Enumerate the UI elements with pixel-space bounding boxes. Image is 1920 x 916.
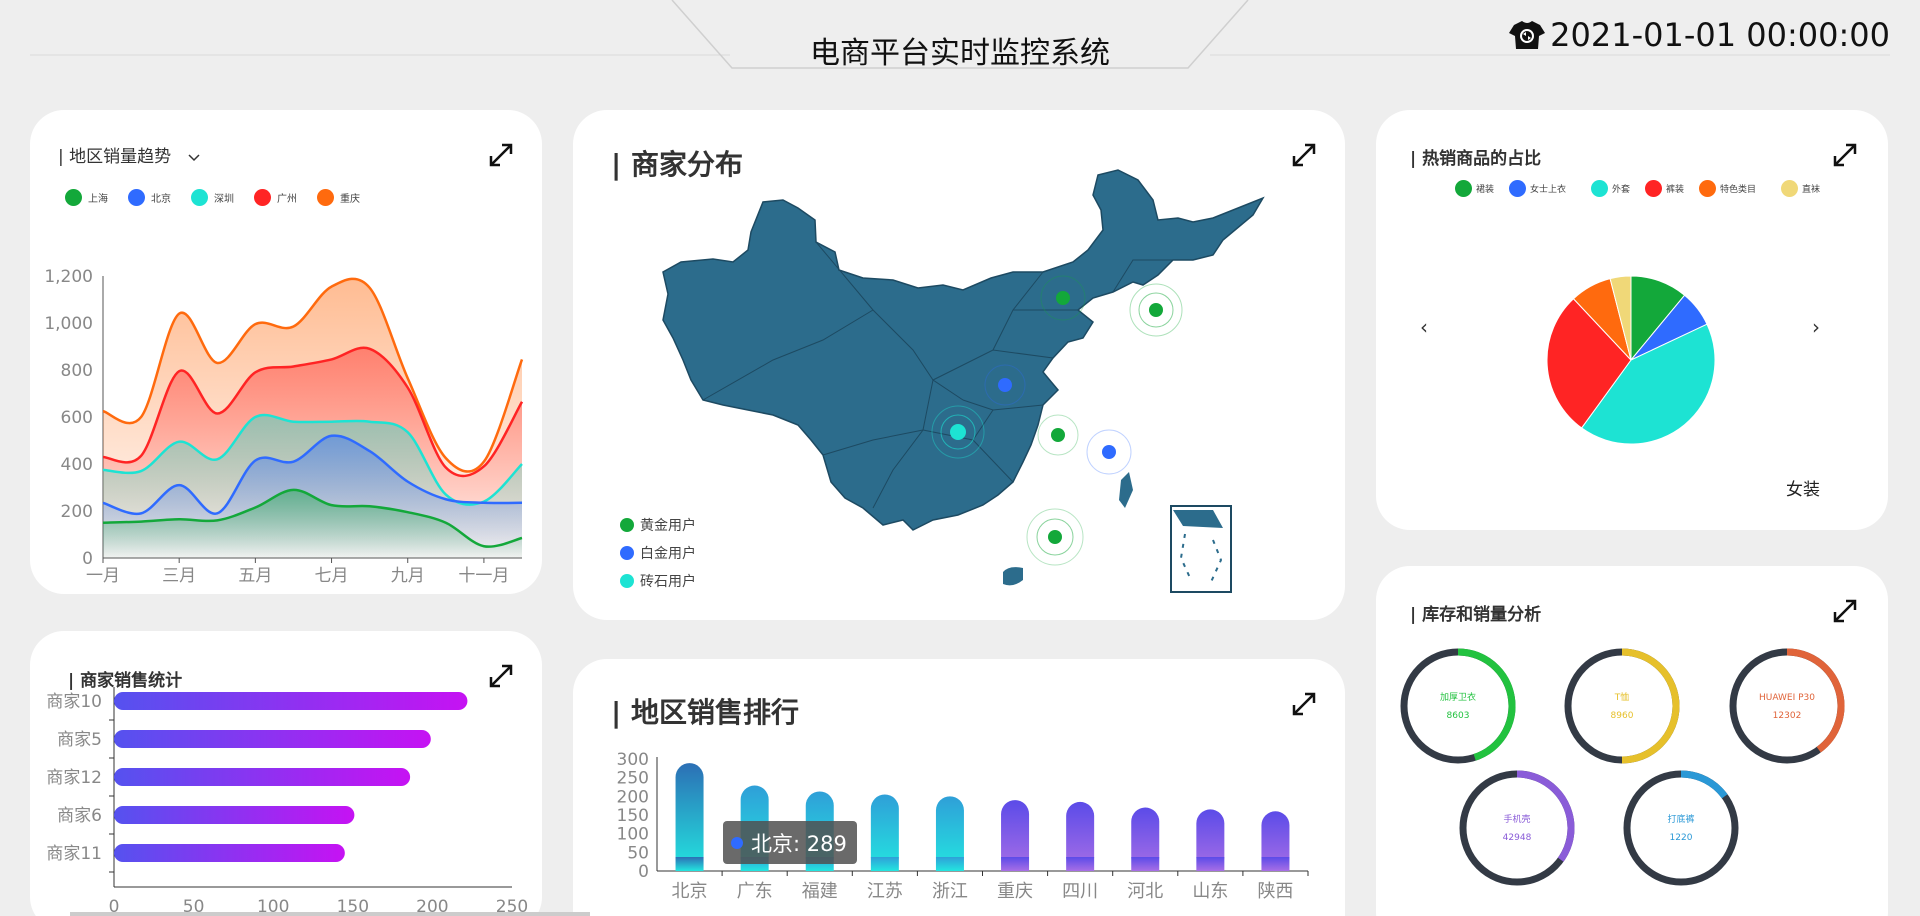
legend-item[interactable]: 黄金用户	[620, 515, 696, 535]
y-tick-label: 50	[627, 843, 649, 863]
ring-name: HUAWEI P30	[1759, 693, 1815, 703]
trend-panel: | 地区销量趋势 上海 北京 深圳 广州 重庆 0 200 400 600 800 1,000 1,…	[30, 110, 542, 594]
ring-name: 手机壳	[1503, 813, 1530, 825]
y-tick-label: 800	[61, 361, 93, 381]
legend-label: 白金用户	[640, 546, 696, 562]
legend-marker	[620, 574, 634, 588]
bar-base	[1066, 857, 1095, 871]
stock-panel: | 库存和销量分析 加厚卫衣 8603 T恤 8960 HUAWEI P30 12302 手…	[1376, 566, 1888, 916]
bottom-scroll-track[interactable]	[70, 912, 590, 916]
x-tick-label: 陕西	[1257, 881, 1293, 902]
ring-progress[interactable]	[1457, 648, 1516, 761]
ring-name: 打底裤	[1667, 813, 1694, 825]
ring-value: 8603	[1447, 711, 1470, 721]
bar-base	[1196, 857, 1225, 871]
legend-label: 黄金用户	[640, 518, 696, 534]
x-tick-label: 福建	[802, 881, 838, 902]
gold-user-marker	[1026, 508, 1084, 566]
bar-base	[870, 857, 899, 871]
ring-value: 42948	[1503, 833, 1532, 843]
y-tick-label: 150	[617, 806, 649, 826]
legend-marker	[620, 518, 634, 532]
bar-base	[675, 857, 704, 871]
y-tick-label: 100	[617, 825, 649, 845]
hot-pie-chart	[1546, 275, 1716, 445]
bar[interactable]	[114, 768, 411, 786]
clock: 2021-01-01 00:00:00	[1508, 16, 1890, 54]
tooltip-marker	[731, 837, 743, 849]
ring-progress[interactable]	[1680, 770, 1728, 799]
x-tick-label: 十一月	[458, 566, 509, 586]
y-tick-label: 1,200	[44, 267, 93, 287]
x-tick-label: 山东	[1192, 881, 1228, 902]
current-time: 2021-01-01 00:00:00	[1550, 16, 1890, 54]
x-tick-label: 重庆	[997, 881, 1033, 902]
x-tick-label: 北京	[672, 881, 708, 902]
bar-base	[1261, 857, 1290, 871]
hot-panel: | 热销商品的占比 裙装 女士上衣 外套 裤装 特色类目 直袜 ‹ › 女装	[1376, 110, 1888, 530]
china-mainland-shape	[662, 169, 1265, 531]
y-tick-label: 400	[61, 455, 93, 475]
category-label: 女装	[1786, 480, 1820, 500]
y-tick-label: 200	[617, 787, 649, 807]
ring-value: 8960	[1611, 711, 1634, 721]
bar-base	[935, 857, 964, 871]
seller-panel: | 商家销售统计 商家10 商家5 商家12 商家6 商家11 0 50 100 150 200 2…	[30, 631, 542, 916]
bar[interactable]	[114, 730, 431, 748]
x-tick-label: 一月	[86, 566, 120, 586]
y-tick-label: 1,000	[44, 314, 93, 334]
platinum-user-marker	[1086, 429, 1132, 475]
x-tick-label: 广东	[737, 881, 773, 902]
rank-chart: 050100150200250300 北京 广东 福建 江苏 浙江 重庆 四川 河北 山东 陕西	[617, 750, 1309, 902]
category-label: 商家10	[46, 692, 102, 712]
x-tick-label: 江苏	[867, 881, 903, 902]
x-tick-label: 四川	[1062, 881, 1098, 902]
shirt-icon	[1509, 21, 1546, 49]
stock-rings: 加厚卫衣 8603 T恤 8960 HUAWEI P30 12302 手机壳 42948 打底裤…	[1400, 648, 1845, 886]
y-tick-label: 200	[61, 502, 93, 522]
legend-marker	[620, 546, 634, 560]
legend-item[interactable]: 砖石用户	[620, 571, 696, 591]
bar-base	[1131, 857, 1160, 871]
y-tick-label: 250	[617, 769, 649, 789]
ring-value: 1220	[1670, 833, 1693, 843]
ring-name: 加厚卫衣	[1440, 691, 1476, 703]
rank-tooltip: 北京: 289	[723, 821, 857, 864]
ring-value: 12302	[1773, 711, 1802, 721]
x-tick-label: 九月	[391, 566, 425, 586]
trend-chart: 02004006008001,0001,200一月 三月 五月 七月 九月 十一月	[44, 267, 524, 586]
y-tick-label: 600	[61, 408, 93, 428]
category-label: 商家5	[57, 730, 102, 750]
tooltip-text: 北京: 289	[751, 832, 847, 856]
bar[interactable]	[114, 806, 355, 824]
y-tick-label: 300	[617, 750, 649, 770]
bar[interactable]	[675, 763, 704, 871]
category-label: 商家11	[46, 844, 102, 864]
ring-name: T恤	[1614, 691, 1630, 703]
gold-user-marker	[1037, 414, 1079, 456]
seller-chart: 商家10商家5商家12商家6商家110 50 100 150 200 250	[46, 687, 528, 916]
y-tick-label: 0	[638, 862, 649, 882]
ring-progress[interactable]	[1621, 648, 1680, 764]
map-panel: | 商家分布 黄金用户 白金用户 砖石用户	[573, 110, 1345, 620]
x-tick-label: 河北	[1127, 881, 1163, 902]
bar[interactable]	[114, 844, 345, 862]
x-tick-label: 五月	[238, 566, 272, 586]
category-label: 商家6	[57, 806, 102, 826]
bar-base	[1001, 857, 1030, 871]
x-tick-label: 七月	[315, 566, 349, 586]
rank-panel: | 地区销售排行 0 50 100 150 200 250 300 北京 广东 福建 江苏 浙江 重庆四…	[573, 659, 1345, 916]
legend-item[interactable]: 白金用户	[620, 543, 696, 563]
taiwan-shape	[1119, 472, 1133, 508]
x-tick-label: 三月	[162, 566, 196, 586]
bar[interactable]	[114, 692, 468, 710]
legend-label: 砖石用户	[640, 574, 696, 590]
x-tick-label: 浙江	[932, 881, 968, 902]
hainan-shape	[1003, 567, 1023, 586]
gold-user-marker	[1129, 283, 1183, 337]
category-label: 商家12	[46, 768, 102, 788]
